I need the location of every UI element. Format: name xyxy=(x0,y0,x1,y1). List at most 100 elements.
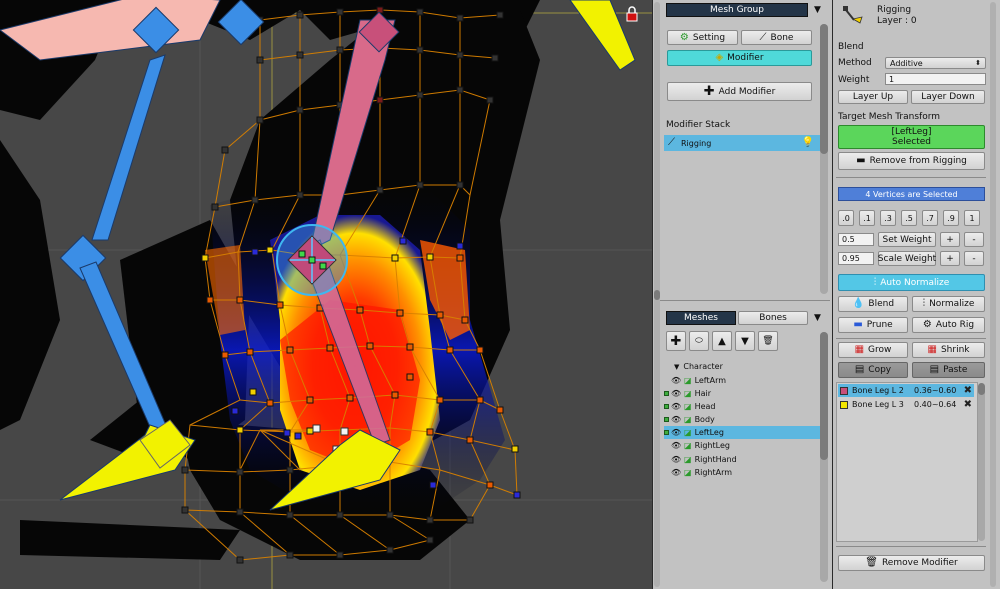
tabs-dropdown-arrow[interactable]: ▼ xyxy=(814,313,821,323)
lock-icon[interactable] xyxy=(624,6,640,22)
tree-item[interactable]: 👁 ◪ LeftArm xyxy=(664,374,820,387)
remove-bone-icon[interactable]: ✖ xyxy=(964,385,972,396)
tree-item[interactable]: 👁 ◪ RightArm xyxy=(664,466,820,479)
eye-icon[interactable]: 👁 xyxy=(671,428,681,437)
tree-item[interactable]: 👁 ◪ Hair xyxy=(664,387,820,400)
mesh-icon: ◪ xyxy=(684,389,692,398)
mesh-icon: ◪ xyxy=(684,428,692,437)
modifier-button[interactable]: ◈ Modifier xyxy=(667,50,812,66)
move-down-icon[interactable]: ▼ xyxy=(735,331,755,351)
bone-button[interactable]: ⟋ Bone xyxy=(741,30,812,45)
shrink-icon: ▦ xyxy=(927,344,937,355)
auto-rig-button[interactable]: ⚙ Auto Rig xyxy=(912,317,985,333)
modifier-scrollbar-thumb[interactable] xyxy=(820,24,828,154)
tab-bones[interactable]: Bones xyxy=(738,311,808,325)
meshes-scrollbar-thumb[interactable] xyxy=(820,332,828,460)
move-up-icon[interactable]: ▲ xyxy=(712,331,732,351)
shrink-button[interactable]: ▦ Shrink xyxy=(912,342,985,358)
divider xyxy=(836,546,986,547)
bone-weight-row[interactable]: Bone Leg L 3 0.40~0.64 ✖ xyxy=(838,398,974,411)
set-weight-minus-button[interactable]: - xyxy=(964,232,984,247)
paste-icon: ▤ xyxy=(929,364,940,375)
eye-icon[interactable]: 👁 xyxy=(671,402,681,411)
mesh-visibility-icon[interactable]: ⬭ xyxy=(689,331,709,351)
set-weight-input[interactable]: 0.5 xyxy=(838,233,874,246)
scale-weight-input[interactable]: 0.95 xyxy=(838,252,874,265)
rigging-icon: ⟋ xyxy=(668,137,675,148)
expand-icon: ▼ xyxy=(674,362,680,371)
panel-divider xyxy=(654,300,830,301)
copy-button[interactable]: ▤ Copy xyxy=(838,362,908,378)
weight-preset-1[interactable]: .1 xyxy=(859,210,875,226)
set-weight-button[interactable]: Set Weight xyxy=(878,232,936,247)
weight-preset-5[interactable]: .5 xyxy=(901,210,917,226)
remove-modifier-button[interactable]: 🗑 Remove Modifier xyxy=(838,555,985,571)
setting-icon: ⚙ xyxy=(679,31,689,43)
selection-info-banner: 4 Vertices are Selected xyxy=(838,187,985,201)
modifier-title: Rigging xyxy=(877,5,912,15)
grow-button[interactable]: ▦ Grow xyxy=(838,342,908,358)
remove-bone-icon[interactable]: ✖ xyxy=(964,399,972,410)
divider xyxy=(836,338,986,339)
add-modifier-button[interactable]: ✚ Add Modifier xyxy=(667,82,812,101)
bone-list-scrollbar-thumb[interactable] xyxy=(978,383,985,395)
target-mesh-label: Target Mesh Transform xyxy=(838,112,941,122)
rig-scene[interactable] xyxy=(0,0,652,589)
remove-rig-icon: ▬ xyxy=(856,155,866,166)
method-select[interactable]: Additive ⬍ xyxy=(885,57,986,69)
set-weight-plus-button[interactable]: + xyxy=(940,232,960,247)
blend-label: Blend xyxy=(838,42,864,52)
modifier-stack-item-rigging[interactable]: ⟋ Rigging 💡 xyxy=(664,135,820,151)
mid-left-scrollbar-thumb[interactable] xyxy=(654,290,660,300)
layer-up-button[interactable]: Layer Up xyxy=(838,90,908,104)
scale-weight-plus-button[interactable]: + xyxy=(940,251,960,266)
eye-icon[interactable]: 👁 xyxy=(671,415,681,424)
tree-item[interactable]: 👁 ◪ Head xyxy=(664,400,820,413)
normalize-button[interactable]: ⫶ Normalize xyxy=(912,296,985,312)
add-mesh-icon[interactable]: ✚ xyxy=(666,331,686,351)
weight-preset-9[interactable]: .9 xyxy=(943,210,959,226)
auto-rig-icon: ⚙ xyxy=(922,319,932,330)
viewport-canvas[interactable] xyxy=(0,0,652,589)
layer-down-button[interactable]: Layer Down xyxy=(911,90,985,104)
bone-color-swatch xyxy=(840,400,848,409)
tree-root-character[interactable]: ▼ Character xyxy=(664,360,820,373)
weight-preset-0[interactable]: .0 xyxy=(838,210,854,226)
bone-weight-row[interactable]: Bone Leg L 2 0.36~0.60 ✖ xyxy=(838,384,974,397)
tree-item-selected[interactable]: 👁 ◪ LeftLeg xyxy=(664,426,820,439)
weight-preset-10[interactable]: 1 xyxy=(964,210,980,226)
prune-button[interactable]: ▬ Prune xyxy=(838,317,908,333)
mesh-icon: ◪ xyxy=(684,376,692,385)
right-panel-scrollbar[interactable] xyxy=(990,2,996,587)
modifier-layer: Layer : 0 xyxy=(877,16,917,26)
delete-mesh-icon[interactable]: 🗑 xyxy=(758,331,778,351)
blend-button[interactable]: 💧 Blend xyxy=(838,296,908,312)
auto-normalize-button[interactable]: ⫶ Auto Normalize xyxy=(838,274,985,291)
eye-icon[interactable]: 👁 xyxy=(671,455,681,464)
weight-preset-7[interactable]: .7 xyxy=(922,210,938,226)
rigged-indicator-icon xyxy=(664,391,669,396)
paste-button[interactable]: ▤ Paste xyxy=(912,362,985,378)
eye-icon[interactable]: 👁 xyxy=(671,441,681,450)
copy-icon: ▤ xyxy=(854,364,865,375)
scale-weight-button[interactable]: Scale Weight xyxy=(878,251,936,266)
scale-weight-minus-button[interactable]: - xyxy=(964,251,984,266)
eye-icon[interactable]: 👁 xyxy=(671,389,681,398)
setting-button[interactable]: ⚙ Setting xyxy=(667,30,738,45)
bulb-icon[interactable]: 💡 xyxy=(802,138,814,148)
tree-item[interactable]: 👁 ◪ Body xyxy=(664,413,820,426)
rigged-indicator-icon xyxy=(664,430,669,435)
tab-meshes[interactable]: Meshes xyxy=(666,311,736,325)
bone-icon: ⟋ xyxy=(759,31,767,43)
mesh-group-dropdown-arrow[interactable]: ▼ xyxy=(814,5,821,15)
blend-icon: 💧 xyxy=(851,298,865,309)
bone-color-swatch xyxy=(840,386,848,395)
weight-input[interactable]: 1 xyxy=(885,73,986,85)
remove-from-rigging-button[interactable]: ▬ Remove from Rigging xyxy=(838,152,985,170)
eye-icon[interactable]: 👁 xyxy=(671,468,681,477)
weight-preset-3[interactable]: .3 xyxy=(880,210,896,226)
bone-list-scrollbar[interactable] xyxy=(978,383,985,541)
tree-item[interactable]: 👁 ◪ RightHand xyxy=(664,453,820,466)
eye-icon[interactable]: 👁 xyxy=(671,376,681,385)
tree-item[interactable]: 👁 ◪ RightLeg xyxy=(664,439,820,452)
